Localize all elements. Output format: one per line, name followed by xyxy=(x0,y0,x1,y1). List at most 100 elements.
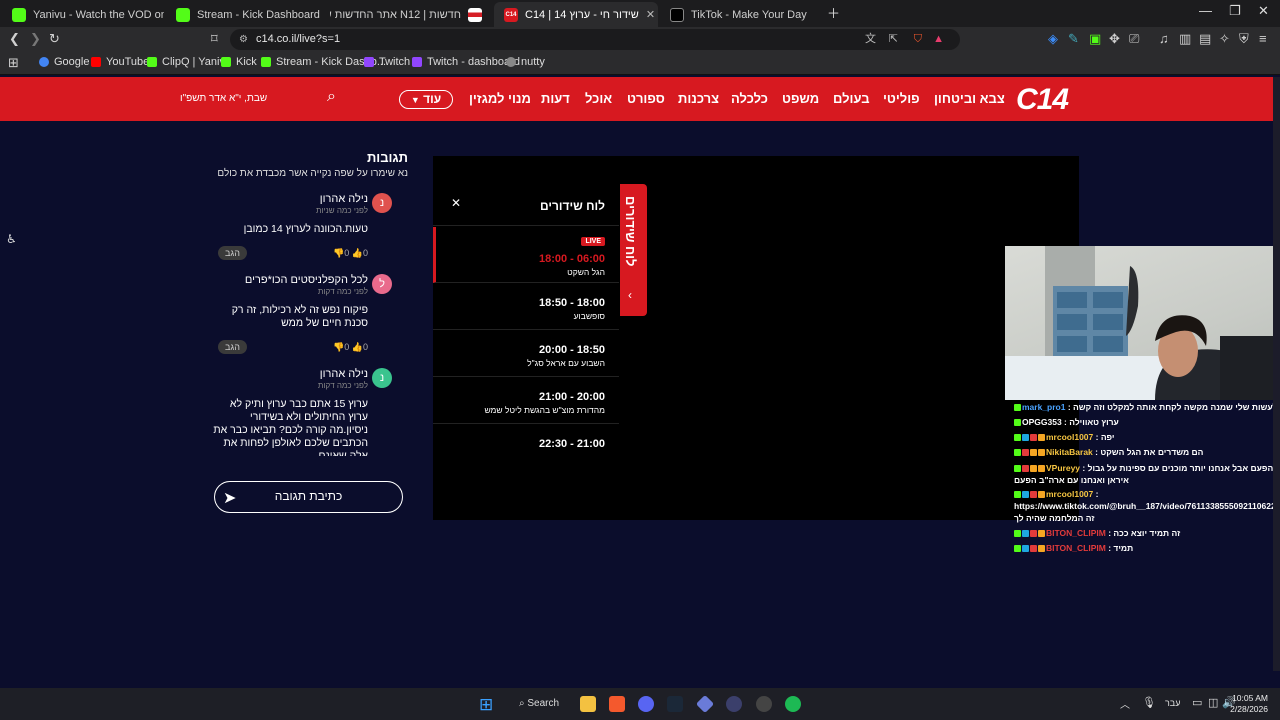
bookmark-icon[interactable]: ⌑ xyxy=(211,31,218,47)
dislike-count: 0 xyxy=(344,341,350,352)
app-icon[interactable] xyxy=(695,694,715,714)
address-bar[interactable]: ⚙ c14.co.il/live?s=1 文 ⇱ ⛉ ▲ xyxy=(230,29,960,50)
spotify-icon[interactable] xyxy=(785,696,801,712)
thumbs-down-icon[interactable]: 👎 xyxy=(333,248,344,258)
clock[interactable]: 10:05 AM 2/28/2026 xyxy=(1226,693,1268,715)
bookmark-kick[interactable]: Kick xyxy=(221,56,257,68)
reply-button[interactable]: הגב xyxy=(218,246,247,260)
tab-kick-dashboard[interactable]: Stream - Kick Dashboard xyxy=(166,2,328,27)
avatar: נ xyxy=(372,193,392,213)
extension-audio-icon[interactable]: ◈ xyxy=(1048,31,1058,47)
nav-item[interactable]: כלכלה xyxy=(731,91,768,106)
gift-badge-icon xyxy=(1030,545,1037,553)
media-icon[interactable]: ♫ xyxy=(1159,31,1169,46)
tab-n12[interactable]: חדשות | N12 אתר החדשות של ישראל xyxy=(330,2,492,27)
extension-translate-icon[interactable]: ✎ xyxy=(1068,31,1079,47)
bookmark-nutty[interactable]: nutty xyxy=(506,56,545,68)
thumbs-up-icon[interactable]: 👍 xyxy=(352,342,363,352)
sidebar-icon[interactable]: ▥ xyxy=(1179,31,1191,47)
nav-item[interactable]: צרכנות xyxy=(678,91,719,106)
c14-logo[interactable]: C14 xyxy=(1016,83,1069,117)
screenshot-icon[interactable]: ⎚ xyxy=(1129,31,1139,47)
microphone-icon[interactable]: 🎙 xyxy=(1142,696,1156,709)
slot-show: מהדורת מוצ"ש בהגשת ליטל שמש xyxy=(484,405,605,415)
close-icon[interactable]: ✕ xyxy=(451,196,461,210)
minimize-icon[interactable]: — xyxy=(1199,3,1212,18)
close-window-icon[interactable]: ✕ xyxy=(1258,3,1269,19)
more-menu-button[interactable]: ▼ עוד xyxy=(399,90,453,109)
nav-item[interactable]: מנוי למגזין xyxy=(469,91,531,106)
search-icon[interactable]: ⌕ xyxy=(327,88,336,106)
leo-ai-icon[interactable]: ✧ xyxy=(1219,31,1230,47)
translate-icon[interactable]: 文 xyxy=(865,29,876,50)
extension-kick-icon[interactable]: ▣ xyxy=(1089,31,1101,47)
nav-item[interactable]: צבא וביטחון xyxy=(934,91,1005,106)
tab-tiktok[interactable]: TikTok - Make Your Day xyxy=(660,2,822,27)
video-player[interactable]: לוח שידורים ✕ LIVE 18:00 - 06:00 הגל השק… xyxy=(433,156,1079,520)
thumbs-up-icon[interactable]: 👍 xyxy=(352,248,363,258)
apps-grid-icon[interactable]: ⊞ xyxy=(8,55,19,71)
windows-start-icon[interactable]: ⊞ xyxy=(479,695,493,715)
write-comment-button[interactable]: כתיבת תגובה ➤ xyxy=(214,481,403,513)
bookmark-clipq[interactable]: ClipQ | Yanivu xyxy=(147,56,231,68)
steam-icon[interactable] xyxy=(667,696,683,712)
vpn-icon[interactable]: ⛨ xyxy=(1239,31,1249,47)
brave-browser-icon[interactable] xyxy=(609,696,625,712)
bookmark-google[interactable]: Google xyxy=(39,56,89,68)
chevron-down-icon: ▼ xyxy=(410,95,420,105)
nav-item[interactable]: אוכל xyxy=(585,91,612,106)
avatar: נ xyxy=(372,368,392,388)
reply-button[interactable]: הגב xyxy=(218,340,247,354)
comment-author: לכל הקפלניסטים הכו*פרים xyxy=(244,274,368,286)
file-explorer-icon[interactable] xyxy=(580,696,596,712)
extensions-icon[interactable]: ✥ xyxy=(1109,31,1120,47)
bookmark-youtube[interactable]: YouTube xyxy=(91,56,149,68)
nav-item[interactable]: בעולם xyxy=(833,91,870,106)
browser-tab-strip: Yanivu - Watch the VOD on Kick Stream - … xyxy=(0,0,1280,27)
app-icon[interactable] xyxy=(726,696,742,712)
nav-item[interactable]: ספורט xyxy=(627,91,665,106)
discord-icon[interactable] xyxy=(638,696,654,712)
bookmark-twitch[interactable]: Twitch xyxy=(364,56,410,68)
site-info-icon[interactable]: ⚙ xyxy=(239,29,248,50)
new-tab-icon[interactable]: ＋ xyxy=(827,3,840,22)
bookmark-twitch-dashboard[interactable]: Twitch - dashboard xyxy=(412,56,520,68)
brave-shield-icon[interactable]: ⛉ xyxy=(914,29,922,50)
restore-icon[interactable]: ❐ xyxy=(1229,3,1241,19)
accessibility-icon[interactable]: ♿ xyxy=(6,232,17,246)
tab-c14-live[interactable]: C14 שידור חי - ערוץ 14 | C14 ✕ xyxy=(494,2,658,27)
language-indicator[interactable]: עבר xyxy=(1165,698,1180,708)
thumbs-down-icon[interactable]: 👎 xyxy=(333,342,344,352)
close-tab-icon[interactable]: ✕ xyxy=(646,8,655,21)
schedule-slot[interactable]: 22:30 - 21:00 xyxy=(433,425,619,456)
taskbar-search[interactable]: ⌕ Search xyxy=(510,695,566,713)
brave-rewards-icon[interactable]: ▲ xyxy=(933,29,944,50)
schedule-slot[interactable]: 20:00 - 18:50 השבוע עם אראל סג"ל xyxy=(433,331,619,377)
page-scrollbar[interactable] xyxy=(1273,77,1280,671)
display-icon[interactable]: ▭ xyxy=(1192,696,1202,709)
reload-icon[interactable]: ↻ xyxy=(49,31,60,47)
live-badge: LIVE xyxy=(581,237,605,246)
schedule-slot[interactable]: 21:00 - 20:00 מהדורת מוצ"ש בהגשת ליטל שמ… xyxy=(433,378,619,424)
tray-chevron-icon[interactable]: ︿ xyxy=(1120,696,1130,711)
forward-icon[interactable]: ❯ xyxy=(30,31,41,47)
nav-item[interactable]: פוליטי xyxy=(883,91,920,106)
tab-kick-vod[interactable]: Yanivu - Watch the VOD on Kick xyxy=(2,2,164,27)
clock-time: 10:05 AM xyxy=(1232,693,1268,703)
schedule-slot[interactable]: 18:50 - 18:00 סופשבוע xyxy=(433,284,619,330)
network-icon[interactable]: ◫ xyxy=(1208,696,1218,709)
schedule-tab[interactable]: לוח שידורים ‹ xyxy=(620,184,647,316)
nav-item[interactable]: דעות xyxy=(541,91,570,106)
share-icon[interactable]: ⇱ xyxy=(889,29,898,50)
menu-icon[interactable]: ≡ xyxy=(1259,31,1267,46)
obs-icon[interactable] xyxy=(756,696,772,712)
wallet-icon[interactable]: ▤ xyxy=(1199,31,1211,47)
crown-badge-icon xyxy=(1030,449,1037,457)
chat-text: אני לא יודע מה לעשות שלי שמנה מקשה לקחת … xyxy=(1073,402,1280,412)
crown-badge-icon xyxy=(1038,449,1045,457)
chat-user: mrcool1007 xyxy=(1046,432,1094,442)
subscriber-badge-icon xyxy=(1022,434,1029,442)
schedule-slot[interactable]: LIVE 18:00 - 06:00 הגל השקט xyxy=(433,227,619,283)
nav-item[interactable]: משפט xyxy=(782,91,819,106)
back-icon[interactable]: ❮ xyxy=(9,31,20,47)
